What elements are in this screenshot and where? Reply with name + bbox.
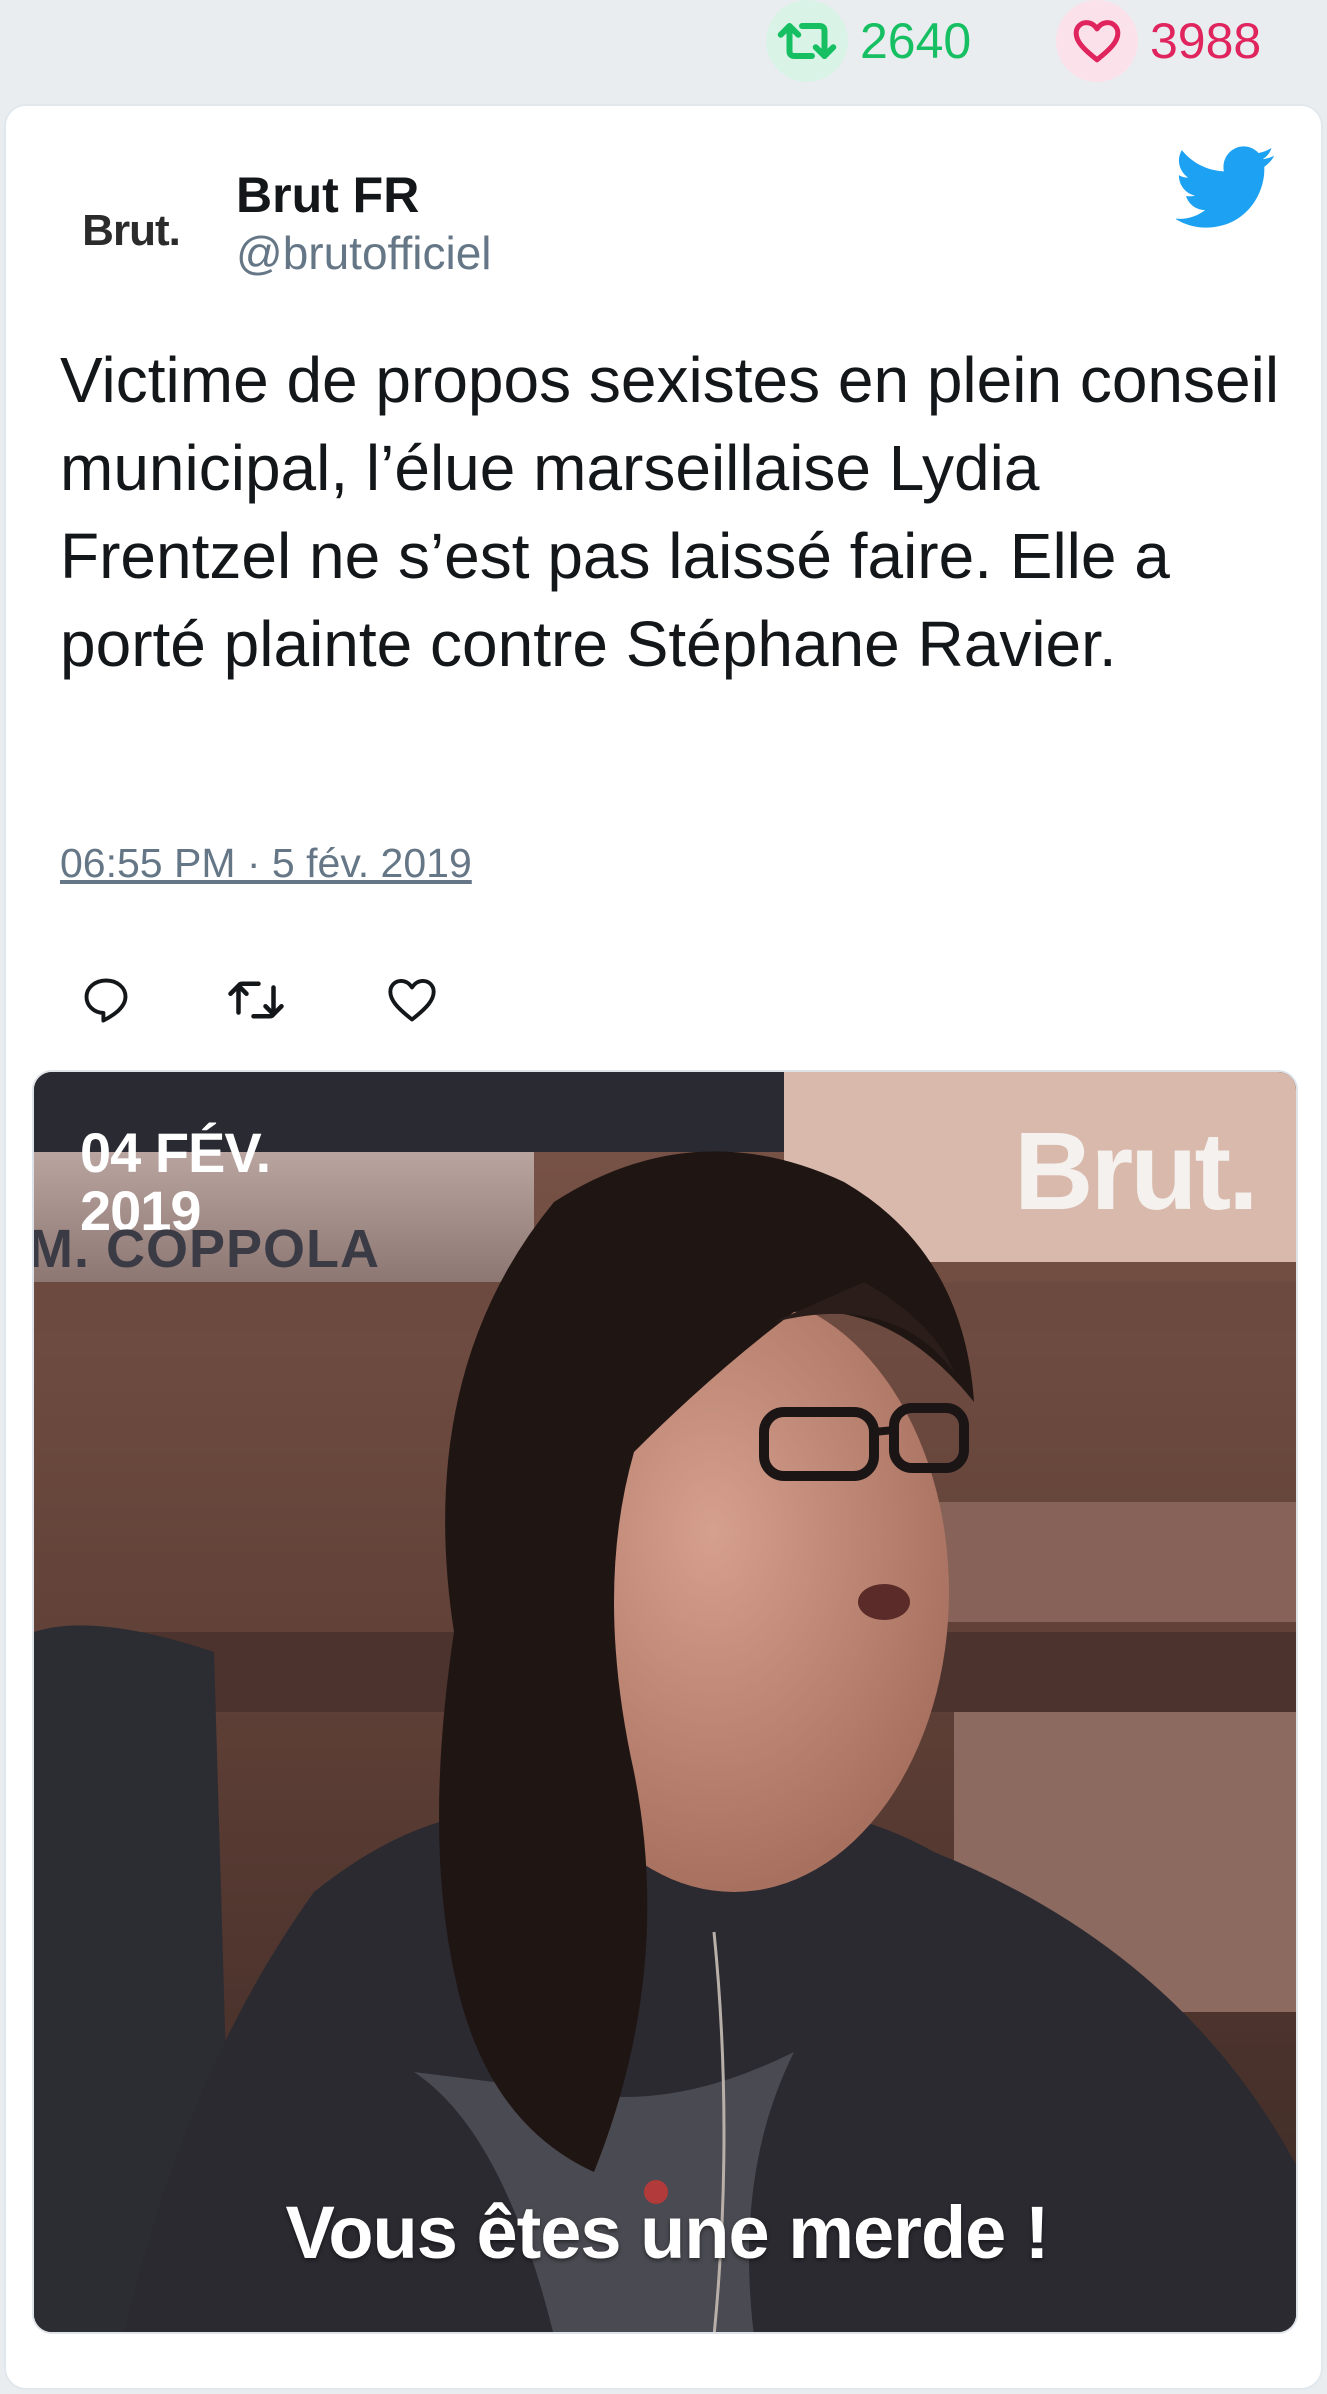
like-button[interactable] — [372, 960, 452, 1040]
heart-icon — [388, 978, 436, 1022]
reply-button[interactable] — [66, 960, 146, 1040]
nameplate-text: M. COPPOLA — [32, 1219, 381, 1279]
author-handle[interactable]: @brutofficiel — [236, 226, 492, 280]
retweet-icon[interactable] — [766, 0, 848, 82]
tweet-text: Victime de propos sexistes en plein cons… — [60, 344, 1280, 680]
tweet-card: Brut. Brut FR @brutofficiel Victime de p… — [4, 104, 1323, 2390]
avatar[interactable]: Brut. — [56, 166, 206, 296]
retweet-count: 2640 — [860, 13, 972, 69]
retweet-stat[interactable]: 2640 — [766, 0, 972, 82]
video-thumbnail[interactable]: 04 FÉV. 2019 M. COPPOLA Brut. Vous êtes … — [32, 1070, 1298, 2334]
video-subtitle: Vous êtes une merde ! — [285, 2191, 1049, 2274]
like-count: 3988 — [1150, 13, 1262, 69]
author-name[interactable]: Brut FR — [236, 166, 419, 224]
tweet-timestamp[interactable]: 06:55 PM · 5 fév. 2019 — [60, 840, 472, 887]
twitter-bird-icon[interactable] — [1176, 146, 1276, 230]
like-stat[interactable]: 3988 — [1056, 0, 1262, 82]
heart-icon[interactable] — [1056, 0, 1138, 82]
video-date-line1: 04 FÉV. — [80, 1121, 271, 1184]
reply-icon — [84, 978, 128, 1023]
brand-watermark: Brut. — [1014, 1110, 1259, 1233]
retweet-icon — [228, 981, 284, 1019]
retweet-button[interactable] — [216, 960, 296, 1040]
engagement-bar: 2640 3988 — [0, 0, 1327, 98]
